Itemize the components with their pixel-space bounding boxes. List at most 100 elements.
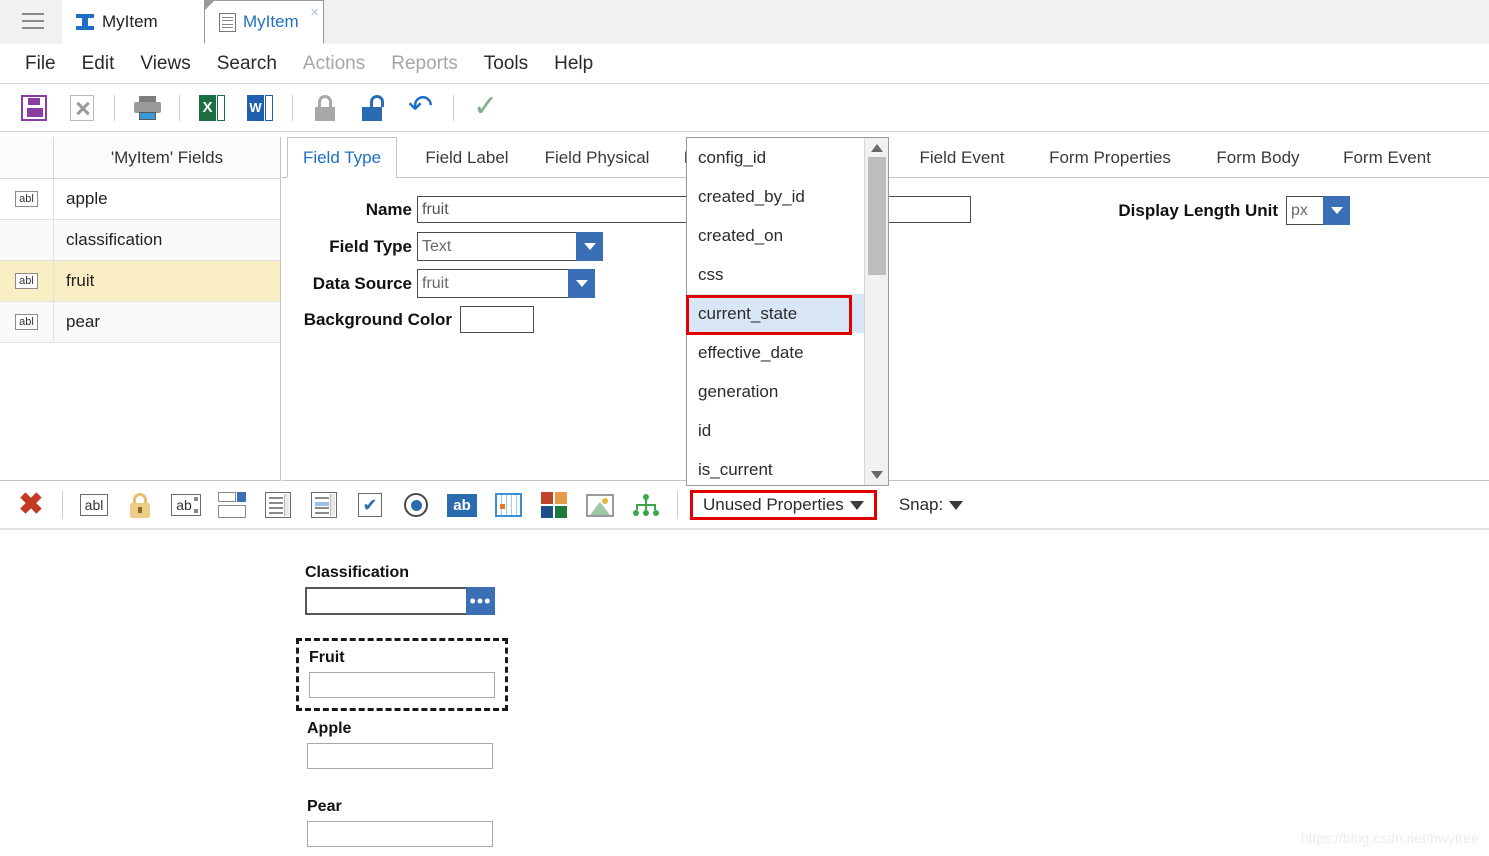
- fruit-input[interactable]: [309, 672, 495, 698]
- text-area-button[interactable]: ab: [169, 488, 203, 522]
- dropdown-option-config-id[interactable]: config_id: [687, 138, 864, 177]
- lock-button[interactable]: [307, 90, 343, 126]
- undo-button[interactable]: ↶: [403, 90, 439, 126]
- grid-button[interactable]: [491, 488, 525, 522]
- tree-button[interactable]: [629, 488, 663, 522]
- save-button[interactable]: [16, 90, 52, 126]
- fields-header-icon-column: [0, 137, 54, 178]
- menu-item-tools[interactable]: Tools: [471, 53, 541, 75]
- undo-icon: ↶: [408, 90, 434, 123]
- checkbox-button[interactable]: ✔: [353, 488, 387, 522]
- dropdown-option-created-on[interactable]: created_on: [687, 216, 864, 255]
- tab-form-event[interactable]: Form Event: [1322, 137, 1452, 178]
- preview-field-pear[interactable]: Pear: [307, 798, 497, 847]
- menu-item-views[interactable]: Views: [127, 53, 203, 75]
- combo-box-button[interactable]: [215, 488, 249, 522]
- scroll-down-arrow-icon[interactable]: [871, 471, 883, 479]
- display-length-unit-value: px: [1286, 196, 1323, 225]
- chevron-down-icon[interactable]: [1323, 196, 1350, 225]
- tab-form-body[interactable]: Form Body: [1195, 137, 1321, 178]
- dropdown-option-created-by-id[interactable]: created_by_id: [687, 177, 864, 216]
- menu-item-file[interactable]: File: [12, 53, 69, 75]
- menu-item-help[interactable]: Help: [541, 53, 606, 75]
- table-row[interactable]: abl apple: [0, 179, 280, 220]
- scrollbar-thumb[interactable]: [868, 157, 886, 275]
- tab-field-label[interactable]: Field Label: [407, 137, 527, 178]
- hamburger-menu-icon[interactable]: [22, 13, 44, 31]
- button-icon: ab: [447, 493, 477, 517]
- ibeam-icon: [76, 13, 94, 31]
- preview-field-apple[interactable]: Apple: [307, 720, 497, 769]
- data-source-label: Data Source: [312, 273, 412, 293]
- tab-field-physical[interactable]: Field Physical: [527, 137, 667, 178]
- tab-field-event[interactable]: Field Event: [902, 137, 1022, 178]
- text-type-icon: abl: [15, 313, 38, 331]
- dropdown-option-id[interactable]: id: [687, 411, 864, 450]
- selected-list-icon: [311, 492, 337, 518]
- close-icon[interactable]: ×: [310, 5, 319, 20]
- classification-picker[interactable]: •••: [305, 587, 495, 615]
- grid-icon: [494, 493, 522, 517]
- tab-field-type[interactable]: Field Type: [287, 137, 397, 178]
- selected-list-button[interactable]: [307, 488, 341, 522]
- tab-form-properties[interactable]: Form Properties: [1030, 137, 1190, 178]
- snap-dropdown[interactable]: Snap:: [899, 495, 964, 515]
- display-length-unit-label: Display Length Unit: [1118, 200, 1278, 220]
- form-preview-canvas[interactable]: Classification ••• Fruit Apple Pear http…: [0, 531, 1489, 856]
- dropdown-option-is-current[interactable]: is_current: [687, 450, 864, 485]
- classification-input[interactable]: [305, 587, 466, 615]
- field-type-icon-cell: abl: [0, 261, 54, 301]
- delete-widget-button[interactable]: ✖: [14, 488, 48, 522]
- main-toolbar: ↶ ✓: [0, 85, 1489, 132]
- list-box-icon: [265, 492, 291, 518]
- menu-item-search[interactable]: Search: [204, 53, 290, 75]
- export-excel-button[interactable]: [194, 90, 230, 126]
- apple-input[interactable]: [307, 743, 493, 769]
- pear-input[interactable]: [307, 821, 493, 847]
- field-type-value: Text: [417, 232, 576, 261]
- radio-button-button[interactable]: [399, 488, 433, 522]
- text-field-button[interactable]: abl: [77, 488, 111, 522]
- window-tab-strip: MyItem MyItem ×: [0, 0, 1489, 45]
- document-tab-myitem-1[interactable]: MyItem: [62, 0, 210, 44]
- scroll-up-arrow-icon[interactable]: [871, 144, 883, 152]
- display-length-unit-select[interactable]: px: [1286, 196, 1350, 225]
- export-word-button[interactable]: [242, 90, 278, 126]
- unused-properties-dropdown[interactable]: Unused Properties: [690, 490, 877, 520]
- extra-length-input[interactable]: [888, 196, 971, 223]
- dropdown-option-current-state[interactable]: current_state: [687, 294, 864, 333]
- chevron-down-icon[interactable]: [568, 269, 595, 298]
- fields-header-title: 'MyItem' Fields: [110, 147, 224, 167]
- password-field-button[interactable]: [123, 488, 157, 522]
- dropdown-option-generation[interactable]: generation: [687, 372, 864, 411]
- menu-item-reports: Reports: [391, 52, 458, 74]
- preview-field-classification[interactable]: Classification •••: [305, 564, 495, 615]
- chevron-down-icon[interactable]: [576, 232, 603, 261]
- button-widget-button[interactable]: ab: [445, 488, 479, 522]
- apply-button[interactable]: ✓: [468, 90, 504, 126]
- tiles-button[interactable]: [537, 488, 571, 522]
- tree-icon: [633, 494, 659, 516]
- image-button[interactable]: [583, 488, 617, 522]
- combo-box-icon: [218, 492, 246, 518]
- print-button[interactable]: [129, 90, 165, 126]
- ellipsis-icon[interactable]: •••: [466, 587, 495, 615]
- list-box-button[interactable]: [261, 488, 295, 522]
- export-excel-icon: [199, 95, 225, 121]
- table-row[interactable]: abl fruit: [0, 261, 280, 302]
- dropdown-scrollbar[interactable]: [864, 138, 888, 485]
- data-source-select[interactable]: fruit: [417, 269, 595, 298]
- tab-corner-marker: [205, 1, 214, 10]
- dropdown-option-css[interactable]: css: [687, 255, 864, 294]
- application-window: MyItem MyItem × File Edit Views Search A…: [0, 0, 1489, 856]
- table-row[interactable]: abl pear: [0, 302, 280, 343]
- close-document-button[interactable]: [64, 90, 100, 126]
- preview-field-fruit[interactable]: Fruit: [296, 638, 508, 711]
- dropdown-option-effective-date[interactable]: effective_date: [687, 333, 864, 372]
- background-color-swatch[interactable]: [460, 306, 534, 333]
- field-type-select[interactable]: Text: [417, 232, 603, 261]
- menu-item-edit[interactable]: Edit: [69, 53, 128, 75]
- table-row[interactable]: classification: [0, 220, 280, 261]
- unlock-button[interactable]: [355, 90, 391, 126]
- document-tab-myitem-2[interactable]: MyItem ×: [204, 0, 324, 44]
